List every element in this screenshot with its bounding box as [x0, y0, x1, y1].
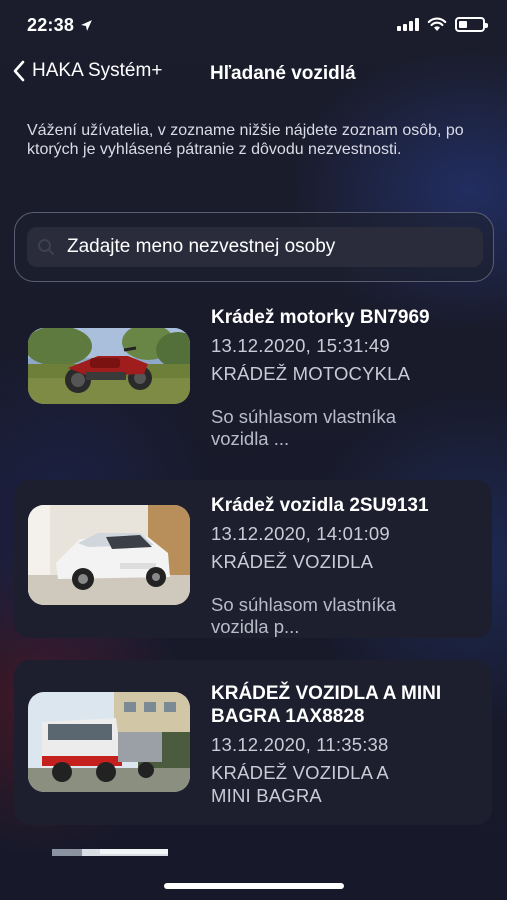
- item-description: So súhlasom vlastníka vozidla p...: [211, 594, 484, 638]
- page-title: Hľadané vozidlá: [210, 63, 356, 84]
- wifi-icon: [427, 17, 447, 31]
- item-text: KRÁDEŽ VOZIDLA A MINI BAGRA 1AX8828 13.1…: [211, 682, 484, 807]
- item-date: 13.12.2020, 11:35:38: [211, 734, 389, 755]
- status-icons: [397, 17, 488, 32]
- home-indicator: [164, 883, 344, 889]
- search-container: Zadajte meno nezvestnej osoby: [14, 212, 494, 282]
- vehicle-photo: [28, 328, 190, 404]
- nav-bar: HAKA Systém+ Hľadané vozidlá: [0, 52, 507, 98]
- item-title: Krádež motorky BN7969: [211, 307, 430, 328]
- list-item[interactable]: Krádež motorky BN7969 13.12.2020, 15:31:…: [14, 300, 492, 470]
- search-placeholder: Zadajte meno nezvestnej osoby: [67, 236, 336, 257]
- back-label: HAKA Systém+: [32, 60, 163, 81]
- time-label: 22:38: [27, 15, 75, 35]
- intro-text: Vážení užívatelia, v zozname nižšie nájd…: [27, 122, 464, 158]
- cellular-signal-icon: [397, 18, 419, 31]
- item-type: KRÁDEŽ VOZIDLA A MINI BAGRA: [211, 761, 484, 807]
- back-button[interactable]: HAKA Systém+: [12, 60, 162, 82]
- next-item-thumb: [52, 846, 168, 858]
- search-icon: [38, 239, 54, 255]
- list-item[interactable]: KRÁDEŽ VOZIDLA A MINI BAGRA 1AX8828 13.1…: [14, 660, 492, 825]
- item-type-line: KRÁDEŽ VOZIDLA A: [211, 762, 389, 783]
- item-date: 13.12.2020, 15:31:49: [211, 335, 390, 356]
- item-title: Krádež vozidla 2SU9131: [211, 495, 429, 516]
- list-item[interactable]: Krádež vozidla 2SU9131 13.12.2020, 14:01…: [14, 480, 492, 638]
- item-date: 13.12.2020, 14:01:09: [211, 523, 390, 544]
- item-type-line: MINI BAGRA: [211, 785, 322, 806]
- chevron-left-icon: [13, 60, 25, 82]
- location-arrow-icon: [81, 20, 92, 31]
- item-description-line: So súhlasom vlastníka: [211, 406, 397, 427]
- screen: 22:38 HAKA Systém+ Hľadané vozidlá Vážen…: [0, 0, 507, 900]
- item-title-line: BAGRA 1AX8828: [211, 706, 365, 727]
- item-type: KRÁDEŽ MOTOCYKLA: [211, 363, 411, 384]
- vehicle-photo: [28, 505, 190, 605]
- search-input[interactable]: Zadajte meno nezvestnej osoby: [27, 227, 483, 267]
- item-description-line: vozidla p...: [211, 616, 300, 637]
- item-type: KRÁDEŽ VOZIDLA: [211, 551, 374, 572]
- status-time: 22:38: [27, 15, 93, 36]
- item-description: So súhlasom vlastníka vozidla ...: [211, 406, 484, 450]
- item-text: Krádež motorky BN7969 13.12.2020, 15:31:…: [211, 306, 484, 450]
- status-bar: 22:38: [0, 0, 507, 52]
- vehicle-photo: [28, 692, 190, 792]
- item-title: KRÁDEŽ VOZIDLA A MINI BAGRA 1AX8828: [211, 682, 484, 728]
- battery-icon: [455, 17, 488, 32]
- item-title-line: KRÁDEŽ VOZIDLA A MINI: [211, 683, 442, 704]
- item-text: Krádež vozidla 2SU9131 13.12.2020, 14:01…: [211, 494, 484, 638]
- item-description-line: vozidla ...: [211, 428, 290, 449]
- item-description-line: So súhlasom vlastníka: [211, 594, 397, 615]
